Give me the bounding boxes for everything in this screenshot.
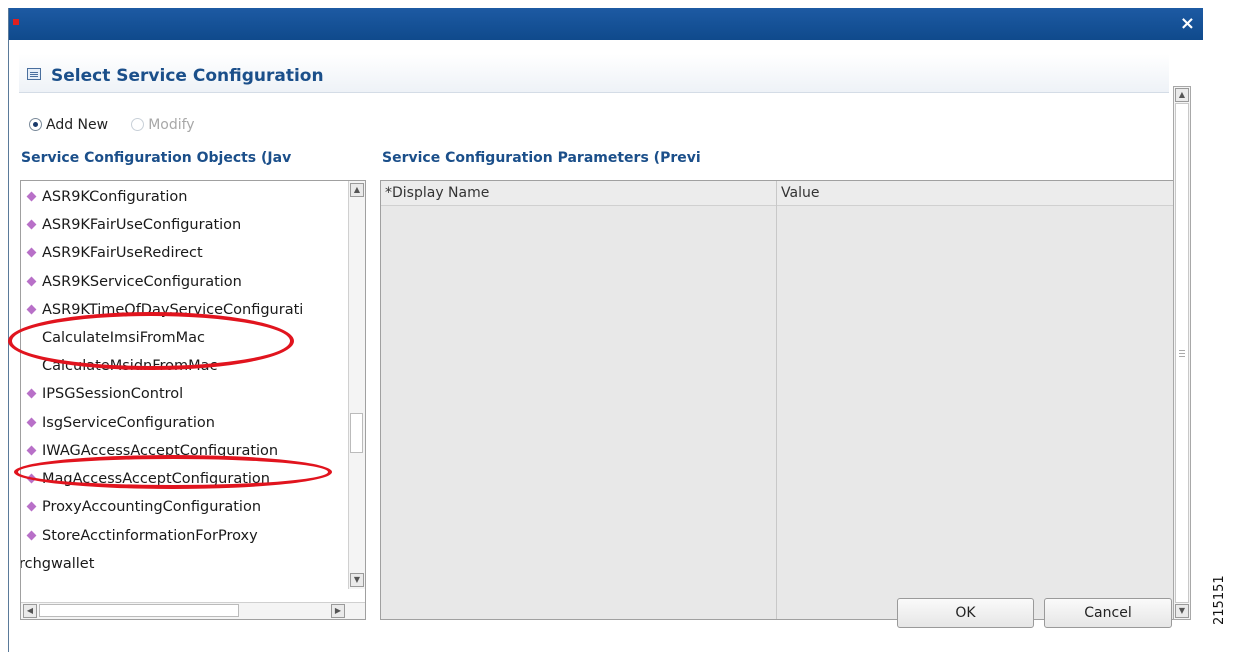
grid-header: *Display Name Value [381, 181, 1174, 206]
list-item[interactable]: StoreAcctinformationForProxy [21, 522, 347, 550]
list-item-label: StoreAcctinformationForProxy [42, 528, 258, 544]
scroll-left-icon[interactable]: ◀ [23, 604, 37, 618]
dialog-titlebar[interactable]: × [9, 8, 1203, 40]
window-icon [13, 19, 19, 25]
column-divider [776, 181, 777, 619]
scroll-down-icon[interactable]: ▼ [350, 573, 364, 587]
ok-button[interactable]: OK [897, 598, 1034, 628]
list-hscroll-thumb[interactable] [39, 604, 239, 617]
list-item-label: ProxyAccountingConfiguration [42, 499, 262, 515]
list-item[interactable]: rchgwallet [20, 550, 345, 578]
add-new-radio[interactable] [29, 118, 42, 131]
display-name-column-header[interactable]: *Display Name [381, 181, 489, 205]
panel-header: Select Service Configuration [19, 54, 1169, 93]
add-new-label: Add New [46, 116, 109, 133]
value-column-header[interactable]: Value [777, 181, 819, 205]
list-item-label: ASR9KFairUseRedirect [42, 245, 203, 261]
diamond-icon [26, 247, 37, 258]
list-item[interactable]: IPSGSessionControl [21, 380, 347, 408]
list-item[interactable]: ASR9KFairUseRedirect [21, 239, 347, 267]
mode-radio-group: Add New Modify [29, 114, 213, 134]
modify-label: Modify [148, 116, 195, 133]
list-vertical-scrollbar[interactable]: ▲ ▼ [348, 181, 365, 589]
scroll-right-icon[interactable]: ▶ [331, 604, 345, 618]
parameters-heading: Service Configuration Parameters (Previ [382, 150, 701, 166]
scroll-down-icon[interactable]: ▼ [1175, 604, 1189, 618]
configuration-objects-list[interactable]: ASR9KConfiguration ASR9KFairUseConfigura… [20, 180, 366, 620]
diamond-icon [26, 219, 37, 230]
list-item[interactable]: ASR9KConfiguration [21, 183, 347, 211]
diamond-icon [26, 276, 37, 287]
objects-heading: Service Configuration Objects (Jav [21, 150, 292, 166]
diamond-icon [26, 388, 37, 399]
diamond-icon [26, 501, 37, 512]
dialog-scroll-thumb[interactable] [1175, 103, 1189, 603]
list-item[interactable]: IsgServiceConfiguration [21, 409, 347, 437]
list-item-label: ASR9KConfiguration [42, 189, 188, 205]
list-horizontal-scrollbar[interactable]: ◀ ▶ [21, 602, 365, 619]
list-item[interactable]: ASR9KFairUseConfiguration [21, 211, 347, 239]
parameters-grid[interactable]: *Display Name Value [380, 180, 1175, 620]
highlight-ellipse-calculate-items [8, 312, 294, 370]
list-item-label: ASR9KServiceConfiguration [42, 274, 242, 290]
cancel-button[interactable]: Cancel [1044, 598, 1172, 628]
list-item[interactable]: ASR9KServiceConfiguration [21, 268, 347, 296]
diamond-icon [26, 417, 37, 428]
diamond-icon [26, 445, 37, 456]
diamond-icon [26, 304, 37, 315]
highlight-ellipse-mag-access [14, 455, 332, 489]
list-item-label: IPSGSessionControl [42, 386, 184, 402]
list-item-label: rchgwallet [20, 556, 95, 572]
close-button[interactable]: × [1180, 12, 1195, 36]
list-item-label: IsgServiceConfiguration [42, 415, 215, 431]
diamond-icon [26, 191, 37, 202]
list-item[interactable]: ProxyAccountingConfiguration [21, 493, 347, 521]
list-item-label: ASR9KFairUseConfiguration [42, 217, 242, 233]
panel-title: Select Service Configuration [51, 66, 324, 86]
scroll-up-icon[interactable]: ▲ [350, 183, 364, 197]
list-scroll-thumb[interactable] [350, 413, 363, 453]
scroll-up-icon[interactable]: ▲ [1175, 88, 1189, 102]
form-icon [27, 68, 41, 80]
dialog-vertical-scrollbar[interactable]: ▲ ▼ [1173, 86, 1191, 620]
figure-id: 215151 [1212, 575, 1227, 625]
modify-radio [131, 118, 145, 131]
diamond-icon [26, 530, 37, 541]
